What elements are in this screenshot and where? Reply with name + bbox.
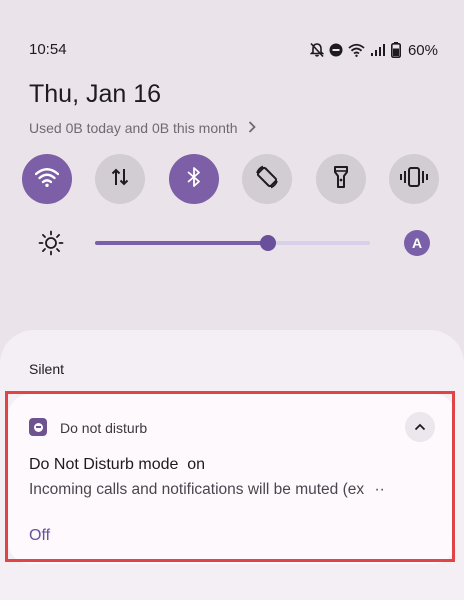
notifications-off-icon: [309, 42, 324, 58]
status-icons: 60%: [309, 40, 438, 60]
rotate-icon: [254, 164, 280, 195]
flashlight-tile[interactable]: [316, 154, 366, 204]
flashlight-icon: [333, 165, 349, 194]
cell-signal-icon: [370, 43, 386, 57]
vibrate-icon: [400, 166, 428, 192]
quick-settings-tiles: [22, 154, 442, 204]
auto-rotate-tile[interactable]: [242, 154, 292, 204]
bluetooth-tile[interactable]: [169, 154, 219, 204]
notification-title: Do Not Disturb mode on: [29, 456, 206, 473]
expand-button[interactable]: [405, 412, 435, 442]
brightness-slider[interactable]: [95, 235, 370, 251]
status-time: 10:54: [29, 41, 67, 58]
do-not-disturb-icon: [329, 43, 343, 57]
chevron-up-icon: [414, 418, 426, 436]
brightness-thumb[interactable]: [260, 235, 277, 251]
data-usage-link[interactable]: Used 0B today and 0B this month: [29, 120, 256, 136]
data-transfer-icon: [111, 167, 129, 192]
bluetooth-icon: [186, 166, 202, 193]
off-button[interactable]: Off: [29, 527, 50, 545]
brightness-fill: [95, 241, 269, 245]
truncation-dots: ··: [374, 481, 385, 498]
dnd-app-icon: [29, 418, 47, 436]
notification-body: Incoming calls and notifications will be…: [29, 481, 439, 499]
auto-brightness-button[interactable]: A: [404, 230, 430, 256]
wifi-tile[interactable]: [22, 154, 72, 204]
data-usage-text: Used 0B today and 0B this month: [29, 120, 238, 136]
notification-app-name: Do not disturb: [60, 420, 148, 436]
notification-body-text: Incoming calls and notifications will be…: [29, 481, 365, 498]
brightness-icon: [38, 230, 64, 261]
chevron-right-icon: [248, 120, 256, 136]
mobile-data-tile[interactable]: [95, 154, 145, 204]
date-label: Thu, Jan 16: [29, 80, 162, 108]
section-label-silent: Silent: [29, 361, 65, 377]
vibrate-tile[interactable]: [389, 154, 439, 204]
wifi-icon: [34, 167, 60, 192]
battery-percent: 60%: [407, 41, 438, 59]
wifi-icon: [348, 43, 365, 57]
battery-icon: [390, 42, 401, 58]
notification-shade: 10:54 60% Thu, Jan 16 Used 0B today and …: [0, 0, 464, 600]
